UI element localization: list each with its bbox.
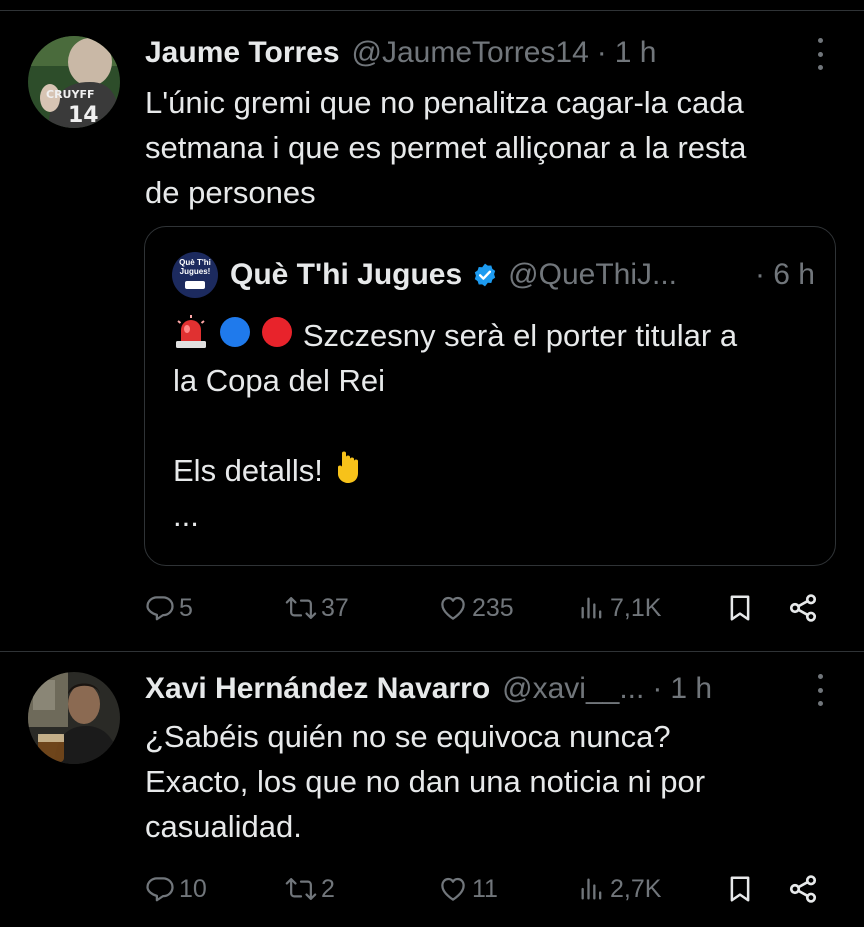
separator-dot: ·	[596, 36, 607, 69]
share-button[interactable]	[787, 588, 819, 628]
retweet-count: 37	[321, 593, 349, 622]
quoted-author-name[interactable]: Què T'hi Jugues	[230, 258, 462, 292]
verified-badge-icon	[472, 262, 498, 288]
tweet-text: ¿Sabéis quién no se equivoca nunca? Exac…	[145, 714, 834, 849]
like-count: 235	[472, 593, 514, 622]
tweet-xavi-hernandez[interactable]: Xavi Hernández Navarro @xavi__... · 1 h …	[0, 666, 864, 927]
svg-text:14: 14	[68, 103, 99, 128]
tweet-text-line: L'únic gremi que no penalitza cagar-la c…	[145, 85, 744, 120]
quoted-text-line: la Copa del Rei	[173, 363, 385, 398]
bookmark-button[interactable]	[725, 588, 755, 628]
author-handle[interactable]: @JaumeTorres14	[352, 36, 589, 70]
more-options-icon[interactable]	[816, 674, 824, 706]
views-button[interactable]: 7,1K	[578, 588, 661, 628]
reply-button[interactable]: 5	[145, 588, 193, 628]
retweet-button[interactable]: 37	[285, 588, 349, 628]
quoted-text-line-1: Szczesny serà el porter titular a	[173, 313, 815, 358]
reply-count: 10	[179, 874, 207, 903]
more-options-icon[interactable]	[816, 38, 824, 70]
tweet-text-line: setmana i que es permet alliçonar a la r…	[145, 130, 747, 165]
tweet-text-line: Exacto, los que no dan una noticia ni po…	[145, 764, 706, 799]
separator-dot: ·	[754, 258, 765, 291]
tweet-text-line: de persones	[145, 175, 316, 210]
siren-icon	[173, 314, 209, 361]
author-handle[interactable]: @xavi__...	[502, 672, 644, 706]
retweet-icon	[285, 874, 317, 904]
quoted-tweet[interactable]: Què T'hi Jugues! Què T'hi Jugues @QueThi…	[144, 226, 836, 566]
tweet-divider	[0, 651, 864, 652]
tweet-time[interactable]: 1 h	[670, 672, 712, 706]
top-divider	[0, 10, 864, 11]
author-name[interactable]: Xavi Hernández Navarro	[145, 672, 490, 706]
retweet-count: 2	[321, 874, 335, 903]
quoted-author-handle[interactable]: @QueThiJ...	[508, 258, 677, 292]
heart-icon	[438, 874, 468, 904]
views-chart-icon	[578, 874, 606, 904]
share-icon	[787, 592, 819, 624]
retweet-icon	[285, 593, 317, 623]
quoted-text-blank	[173, 403, 815, 448]
reply-button[interactable]: 10	[145, 869, 207, 909]
retweet-button[interactable]: 2	[285, 869, 335, 909]
reply-icon	[145, 874, 175, 904]
separator-dot: ·	[652, 672, 663, 705]
action-bar: 10 2 11 2,7K	[145, 869, 824, 909]
tweet-jaume-torres[interactable]: CRUYFF 14 Jaume Torres @JaumeTorres14 · …	[0, 30, 864, 650]
tweet-text: L'únic gremi que no penalitza cagar-la c…	[145, 80, 834, 215]
tweet-text-line: casualidad.	[145, 809, 302, 844]
avatar[interactable]: CRUYFF 14	[28, 36, 120, 128]
share-icon	[787, 873, 819, 905]
red-circle-icon	[260, 315, 294, 361]
like-count: 11	[472, 874, 498, 903]
quoted-text-ellipsis: ...	[173, 498, 199, 533]
views-button[interactable]: 2,7K	[578, 869, 661, 909]
views-count: 2,7K	[610, 874, 662, 903]
like-button[interactable]: 11	[438, 869, 498, 909]
tweet-text-line: ¿Sabéis quién no se equivoca nunca?	[145, 719, 671, 754]
reply-icon	[145, 593, 175, 623]
share-button[interactable]	[787, 869, 819, 909]
pointing-down-icon	[332, 449, 366, 497]
tweet-time[interactable]: 1 h	[615, 36, 657, 70]
avatar[interactable]	[28, 672, 120, 764]
ser-logo	[185, 281, 205, 289]
quoted-avatar[interactable]: Què T'hi Jugues!	[172, 252, 218, 298]
bookmark-icon	[725, 592, 755, 624]
quoted-avatar-logo-text: Què T'hi Jugues!	[179, 258, 211, 276]
quoted-header: Què T'hi Jugues @QueThiJ... · 6 h	[230, 255, 815, 295]
jersey-text: CRUYFF	[46, 88, 94, 101]
quoted-time[interactable]: 6 h	[773, 258, 815, 291]
bookmark-icon	[725, 873, 755, 905]
author-name[interactable]: Jaume Torres	[145, 36, 340, 70]
quoted-text: Szczesny serà el porter titular a la Cop…	[173, 313, 815, 538]
blue-circle-icon	[218, 315, 252, 361]
bookmark-button[interactable]	[725, 869, 755, 909]
like-button[interactable]: 235	[438, 588, 514, 628]
heart-icon	[438, 593, 468, 623]
reply-count: 5	[179, 593, 193, 622]
tweet-header: Xavi Hernández Navarro @xavi__... · 1 h	[145, 668, 824, 710]
action-bar: 5 37 235 7,1K	[145, 588, 824, 628]
views-chart-icon	[578, 593, 606, 623]
views-count: 7,1K	[610, 593, 662, 622]
quoted-text-line-4: Els detalls!	[173, 448, 815, 493]
tweet-header: Jaume Torres @JaumeTorres14 · 1 h	[145, 32, 824, 74]
quoted-text-line: Els detalls!	[173, 453, 323, 488]
quoted-time-wrap: · 6 h	[755, 258, 815, 292]
quoted-text-line: Szczesny serà el porter titular a	[302, 318, 738, 353]
